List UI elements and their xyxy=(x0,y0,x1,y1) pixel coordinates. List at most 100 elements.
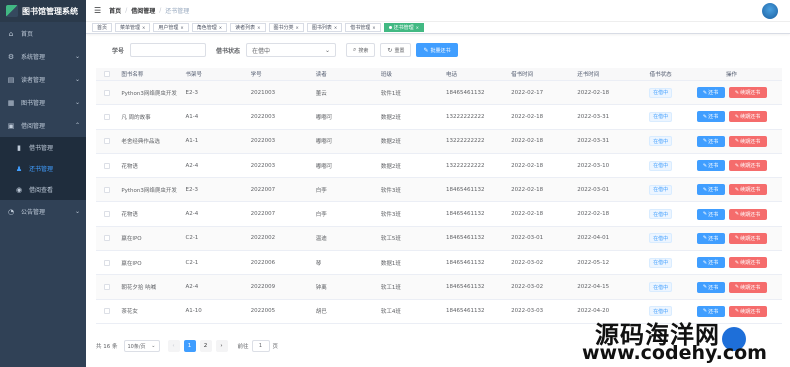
page-1-button[interactable]: 1 xyxy=(183,340,196,352)
close-icon[interactable]: × xyxy=(142,24,145,32)
close-icon[interactable]: × xyxy=(180,24,183,32)
cell-status: 在借中 xyxy=(640,136,681,147)
close-icon[interactable]: × xyxy=(416,24,419,32)
page-size-select[interactable]: 10条/页 ⌄ xyxy=(123,340,160,352)
tag-return[interactable]: 还书管理 × xyxy=(383,23,425,32)
cell-book-name: Python3网络爬虫开发 xyxy=(121,90,177,97)
row-checkbox[interactable] xyxy=(104,211,111,218)
return-button[interactable]: ✎ 还书 xyxy=(696,184,725,196)
close-icon[interactable]: × xyxy=(296,24,299,32)
return-button[interactable]: ✎ 还书 xyxy=(696,281,725,293)
next-page-button[interactable]: › xyxy=(215,340,228,352)
edit-icon: ✎ xyxy=(702,138,708,145)
edit-icon: ✎ xyxy=(734,138,740,145)
sidebar-subitem-borrow-books[interactable]: ▮ 借书管理 xyxy=(0,137,86,158)
cell-class: 软件3班 xyxy=(380,187,401,194)
return-button[interactable]: ✎ 还书 xyxy=(696,135,725,147)
row-checkbox[interactable] xyxy=(104,186,111,193)
cell-status: 在借中 xyxy=(640,111,681,122)
tag-users[interactable]: 用户管理 × xyxy=(153,23,189,32)
page-size-value: 10条/页 xyxy=(127,343,146,350)
cell-shelf: A1-1 xyxy=(185,138,199,145)
sidebar-item-label: 图书管理 xyxy=(21,100,46,107)
return-button-label: 还书 xyxy=(708,114,719,121)
row-select-cell xyxy=(96,162,118,169)
edit-icon: ✎ xyxy=(702,211,708,218)
batch-return-label: 批量还书 xyxy=(430,47,451,54)
cell-actions: ✎ 还书 ✎ 续期还书 xyxy=(681,87,782,99)
breadcrumb-parent[interactable]: 借阅管理 xyxy=(131,6,155,15)
page-2-button[interactable]: 2 xyxy=(199,340,212,352)
renew-return-button[interactable]: ✎ 续期还书 xyxy=(728,111,767,123)
select-all-checkbox[interactable] xyxy=(104,71,111,77)
avatar[interactable] xyxy=(762,3,778,19)
hamburger-icon[interactable]: ☰ xyxy=(94,6,101,15)
row-checkbox[interactable] xyxy=(104,259,111,266)
return-button[interactable]: ✎ 还书 xyxy=(696,208,725,220)
cell-reader: 琴 xyxy=(315,260,322,267)
breadcrumb-home[interactable]: 首页 xyxy=(109,6,121,15)
sidebar-subitem-borrow-view[interactable]: ◉ 借阅查看 xyxy=(0,179,86,200)
reset-button[interactable]: ↻ 重置 xyxy=(380,43,412,57)
sidebar-item-announce[interactable]: ◔ 公告管理 ⌄ xyxy=(0,200,86,223)
return-button[interactable]: ✎ 还书 xyxy=(696,232,725,244)
status-select-value: 在借中 xyxy=(252,47,271,55)
renew-return-button[interactable]: ✎ 续期还书 xyxy=(728,184,767,196)
sidebar-item-readers[interactable]: ▤ 读者管理 ⌄ xyxy=(0,68,86,91)
book-icon: ▮ xyxy=(17,143,21,152)
tag-home[interactable]: 首页 xyxy=(92,23,113,32)
goto-input[interactable]: 1 xyxy=(251,340,270,352)
prev-page-button[interactable]: ‹ xyxy=(167,340,180,352)
sidebar-item-borrow[interactable]: ▣ 借阅管理 ⌃ xyxy=(0,114,86,137)
tag-readers[interactable]: 读者列表 × xyxy=(230,23,266,32)
row-checkbox[interactable] xyxy=(104,138,111,145)
sidebar-subitem-return-books[interactable]: ♟ 还书管理 xyxy=(0,158,86,179)
row-checkbox[interactable] xyxy=(104,284,111,291)
renew-return-button[interactable]: ✎ 续期还书 xyxy=(728,160,767,172)
renew-return-button[interactable]: ✎ 续期还书 xyxy=(728,257,767,269)
cell-borrow-time: 2022-03-03 xyxy=(511,308,544,315)
pagination: 共 16 条 10条/页 ⌄ ‹ 1 2 › 前往 1 页 xyxy=(96,340,278,352)
sidebar-item-label: 公告管理 xyxy=(21,209,46,216)
tag-books[interactable]: 图书列表 × xyxy=(306,23,343,32)
edit-icon: ✎ xyxy=(734,113,740,120)
tag-categories[interactable]: 图书分类 × xyxy=(268,23,304,32)
status-badge: 在借中 xyxy=(649,209,673,220)
row-checkbox[interactable] xyxy=(104,113,111,120)
cell-class: 数据2班 xyxy=(380,163,401,170)
close-icon[interactable]: × xyxy=(372,24,375,32)
close-icon[interactable]: × xyxy=(219,24,222,32)
row-checkbox[interactable] xyxy=(104,235,111,242)
header-return-time: 还书时间 xyxy=(577,72,600,78)
row-checkbox[interactable] xyxy=(104,162,111,169)
renew-return-button[interactable]: ✎ 续期还书 xyxy=(728,87,767,99)
cell-student-no: 2022007 xyxy=(250,186,276,193)
return-button[interactable]: ✎ 还书 xyxy=(696,87,725,99)
tag-roles[interactable]: 角色管理 × xyxy=(191,23,228,32)
renew-return-button[interactable]: ✎ 续期还书 xyxy=(728,232,767,244)
return-button[interactable]: ✎ 还书 xyxy=(696,111,725,123)
row-checkbox[interactable] xyxy=(104,308,111,315)
sidebar-item-books[interactable]: ▦ 图书管理 ⌄ xyxy=(0,91,86,114)
cell-return-time: 2022-04-01 xyxy=(577,235,610,242)
renew-return-button[interactable]: ✎ 续期还书 xyxy=(728,135,767,147)
status-badge: 在借中 xyxy=(649,282,673,293)
student-no-input[interactable] xyxy=(130,43,207,57)
sidebar-item-home[interactable]: ⌂ 首页 xyxy=(0,22,86,45)
renew-return-button[interactable]: ✎ 续期还书 xyxy=(728,305,767,317)
tag-borrow[interactable]: 借书管理 × xyxy=(345,23,381,32)
search-button[interactable]: ⌕ 搜索 xyxy=(346,43,376,57)
renew-return-button[interactable]: ✎ 续期还书 xyxy=(728,281,767,293)
sidebar-item-system[interactable]: ⚙ 系统管理 ⌄ xyxy=(0,45,86,68)
return-button[interactable]: ✎ 还书 xyxy=(696,257,725,269)
close-icon[interactable]: × xyxy=(257,24,260,32)
return-button[interactable]: ✎ 还书 xyxy=(696,160,725,172)
sidebar: 图书馆管理系统 ⌂ 首页 ⚙ 系统管理 ⌄ ▤ 读者管理 ⌄ ▦ 图书管理 ⌄ … xyxy=(0,0,86,367)
chevron-down-icon: ⌄ xyxy=(74,53,80,60)
row-checkbox[interactable] xyxy=(104,89,111,96)
status-select[interactable]: 在借中 ⌄ xyxy=(246,43,337,57)
close-icon[interactable]: × xyxy=(334,24,337,32)
batch-return-button[interactable]: ✎ 批量还书 xyxy=(416,43,458,57)
renew-return-button[interactable]: ✎ 续期还书 xyxy=(728,208,767,220)
tag-menu[interactable]: 菜单管理 × xyxy=(115,23,151,32)
